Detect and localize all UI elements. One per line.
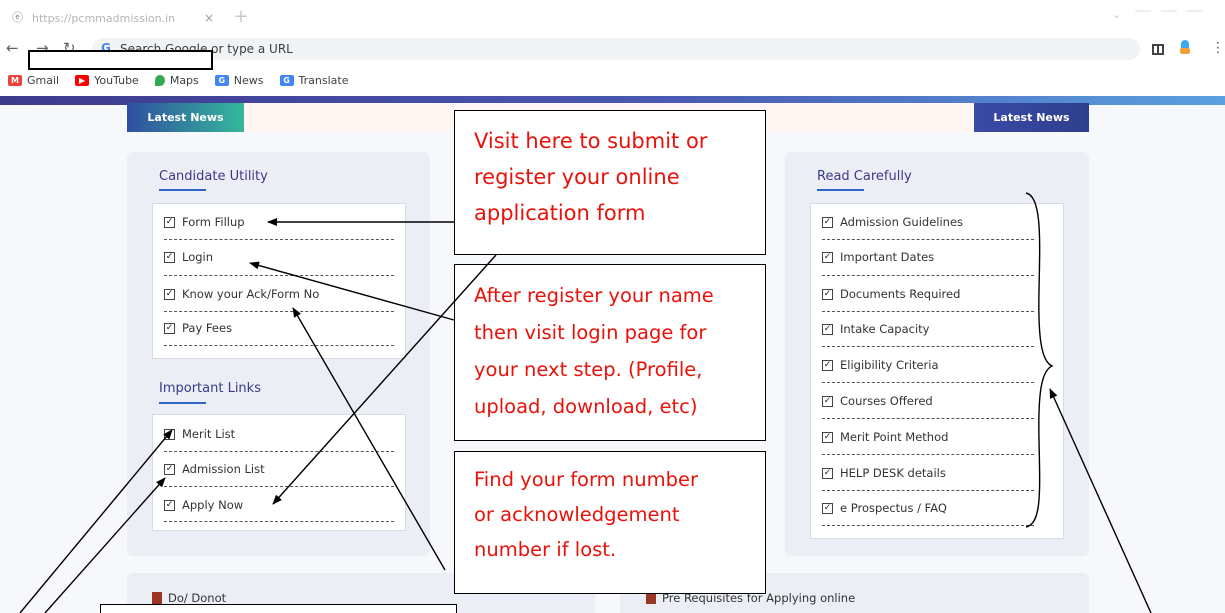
arrow-to-merit-list <box>19 429 173 613</box>
arrow-to-know-ack <box>292 307 446 571</box>
curly-brace <box>1025 192 1054 528</box>
arrow-to-read-carefully <box>1049 388 1152 613</box>
arrow-to-admission-list <box>44 477 166 613</box>
page: ⓔ https://pcmmadmission.in × + ⌄ ← → ↻ G… <box>0 0 1225 613</box>
arrow-to-login <box>249 261 455 321</box>
annotation-arrows <box>19 192 1152 613</box>
